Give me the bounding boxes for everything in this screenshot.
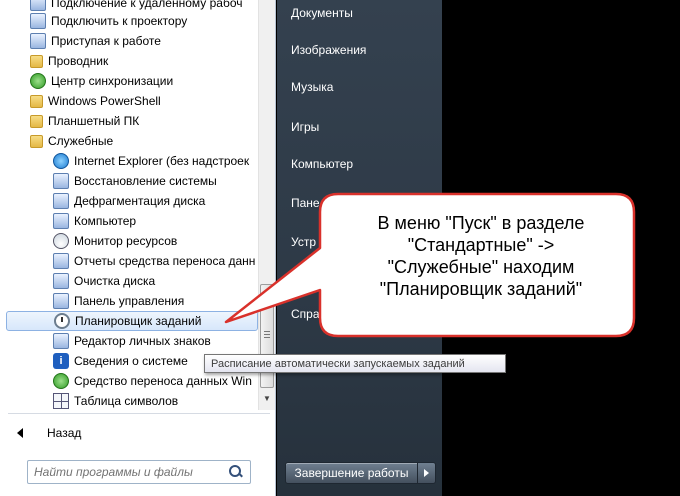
sync-center-icon: [30, 73, 46, 89]
disk-cleanup-icon: [53, 273, 69, 289]
right-item-default-programs[interactable]: П: [291, 272, 300, 286]
search-icon[interactable]: [228, 464, 244, 480]
folder-icon: [30, 134, 43, 148]
callout-text: В меню "Пуск" в разделе "Стандартные" ->…: [326, 212, 636, 312]
projector-icon: [30, 13, 46, 29]
program-item-label: Монитор ресурсов: [74, 234, 178, 248]
search-placeholder: Найти программы и файлы: [34, 465, 193, 479]
char-map-icon: [53, 393, 69, 409]
program-item-label: Планшетный ПК: [48, 114, 140, 128]
program-item-label: Служебные: [48, 134, 114, 148]
back-button[interactable]: Назад: [0, 422, 276, 444]
program-item[interactable]: Монитор ресурсов: [0, 231, 258, 251]
program-item[interactable]: Очистка диска: [0, 271, 258, 291]
scrollbar-grip-icon: [264, 331, 270, 339]
callout-line: "Стандартные" ->: [407, 235, 555, 255]
start-menu-left-pane: Подключение к удаленному рабоч Подключить…: [0, 0, 276, 496]
explorer-folder-icon: [30, 54, 43, 68]
program-item-label: Подключение к удаленному рабоч: [51, 0, 243, 10]
program-item[interactable]: Windows PowerShell: [0, 91, 258, 111]
folder-icon: [30, 114, 43, 128]
shutdown-button[interactable]: Завершение работы: [285, 462, 418, 484]
defrag-icon: [53, 193, 69, 209]
program-item-label: Windows PowerShell: [48, 94, 161, 108]
right-item-computer[interactable]: Компьютер: [291, 157, 353, 171]
char-editor-icon: [53, 333, 69, 349]
callout-line: "Планировщик заданий": [379, 279, 583, 299]
resource-monitor-icon: [53, 233, 69, 249]
right-item-games[interactable]: Игры: [291, 120, 319, 134]
program-item-label: Центр синхронизации: [51, 74, 174, 88]
program-item[interactable]: Дефрагментация диска: [0, 191, 258, 211]
program-item-label: Подключить к проектору: [51, 14, 188, 28]
program-item[interactable]: Приступая к работе: [0, 31, 258, 51]
right-item-pictures[interactable]: Изображения: [291, 43, 366, 57]
program-list-scrollbar[interactable]: ▼: [258, 0, 275, 410]
program-item[interactable]: Таблица символов: [0, 391, 258, 410]
scroll-down-arrow-icon[interactable]: ▼: [261, 393, 273, 405]
program-item[interactable]: Internet Explorer (без надстроек: [0, 151, 258, 171]
system-info-icon: i: [53, 353, 69, 369]
program-item[interactable]: Служебные: [0, 131, 258, 151]
task-scheduler-tooltip: Расписание автоматически запускаемых зад…: [204, 354, 506, 373]
program-item-label: Дефрагментация диска: [74, 194, 206, 208]
program-item-label: Панель управления: [74, 294, 185, 308]
remote-desktop-icon: [30, 0, 46, 11]
transfer-reports-icon: [53, 253, 69, 269]
search-input[interactable]: Найти программы и файлы: [27, 460, 251, 484]
separator: [8, 413, 270, 414]
program-item-label: Отчеты средства переноса данн: [74, 254, 256, 268]
program-item-label: Планировщик заданий: [75, 314, 202, 328]
task-scheduler-icon: [54, 313, 70, 329]
callout-line: В меню "Пуск" в разделе: [377, 213, 585, 233]
program-item[interactable]: Проводник: [0, 51, 258, 71]
program-item[interactable]: Подключить к проектору: [0, 11, 258, 31]
program-item[interactable]: Отчеты средства переноса данн: [0, 251, 258, 271]
program-item-task-scheduler[interactable]: Планировщик заданий: [6, 311, 258, 331]
back-arrow-icon: [17, 428, 23, 438]
computer-icon: [53, 213, 69, 229]
right-item-music[interactable]: Музыка: [291, 80, 333, 94]
program-item[interactable]: Редактор личных знаков: [0, 331, 258, 351]
shutdown-options-arrow-icon[interactable]: [418, 462, 436, 484]
program-list: Подключение к удаленному рабоч Подключить…: [0, 0, 258, 410]
program-item-label: Редактор личных знаков: [74, 334, 211, 348]
program-item-label: Восстановление системы: [74, 174, 217, 188]
getting-started-icon: [30, 33, 46, 49]
internet-explorer-icon: [53, 153, 69, 169]
back-label: Назад: [47, 426, 82, 440]
program-item-label: Приступая к работе: [51, 34, 161, 48]
right-item-help[interactable]: Спра: [291, 307, 320, 321]
control-panel-icon: [53, 293, 69, 309]
system-restore-icon: [53, 173, 69, 189]
easy-transfer-icon: [53, 373, 69, 389]
program-item[interactable]: Панель управления: [0, 291, 258, 311]
program-item-label: Internet Explorer (без надстроек: [74, 154, 250, 168]
program-item-label: Сведения о системе: [74, 354, 188, 368]
program-item-label: Средство переноса данных Win: [74, 374, 252, 388]
program-item[interactable]: Восстановление системы: [0, 171, 258, 191]
right-item-control-panel[interactable]: Пане: [291, 196, 320, 210]
right-item-devices[interactable]: Устр: [291, 235, 316, 249]
program-item-label: Таблица символов: [74, 394, 179, 408]
program-item[interactable]: Планшетный ПК: [0, 111, 258, 131]
program-item[interactable]: Средство переноса данных Win: [0, 371, 258, 391]
program-item[interactable]: Центр синхронизации: [0, 71, 258, 91]
folder-icon: [30, 94, 43, 108]
shutdown-group: Завершение работы: [285, 462, 436, 484]
program-item-label: Очистка диска: [74, 274, 156, 288]
program-item-label: Компьютер: [74, 214, 137, 228]
program-item-label: Проводник: [48, 54, 109, 68]
right-item-documents[interactable]: Документы: [291, 6, 353, 20]
callout-line: "Служебные" находим: [387, 257, 575, 277]
program-item[interactable]: Компьютер: [0, 211, 258, 231]
